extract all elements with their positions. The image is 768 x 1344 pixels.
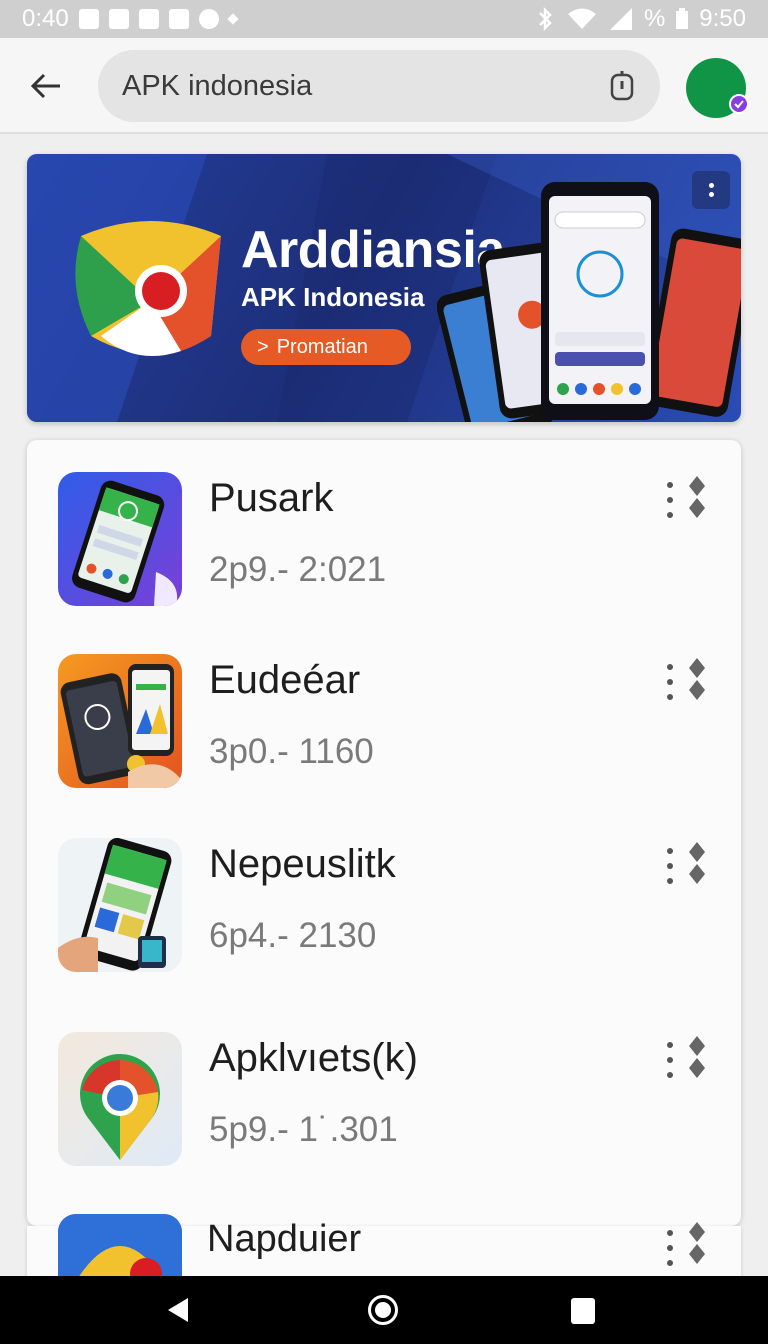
app-list: Pusark 2p9.- 2:021 Eudeéar 3p0.- 1160 Ne… xyxy=(27,440,741,1226)
banner-subtitle: APK Indonesia xyxy=(241,282,425,312)
promotion-button[interactable]: > Promatian xyxy=(241,329,411,365)
search-input[interactable]: APK indonesia xyxy=(98,50,660,122)
list-item[interactable]: Nepeuslitk 6p4.- 2130 xyxy=(27,838,741,988)
app-meta: 2p9.- 2:021 xyxy=(209,550,387,589)
chevron-right-icon: > xyxy=(257,335,269,358)
more-vertical-icon[interactable] xyxy=(663,664,677,700)
screenshot-icon xyxy=(78,9,99,29)
sort-handle-icon[interactable] xyxy=(687,842,707,884)
more-vertical-icon xyxy=(708,183,714,188)
signal-icon xyxy=(609,8,632,30)
promo-banner[interactable]: Arddiansia APK Indonesia > Promatian xyxy=(27,154,741,422)
more-vertical-icon[interactable] xyxy=(663,482,677,518)
phones-illustration xyxy=(437,182,741,422)
status-right: % 9:50 xyxy=(534,5,746,33)
status-left: 0:40 xyxy=(22,5,239,33)
navigation-bar xyxy=(0,1276,768,1344)
app-meta: 5p9.- 1˙.301 xyxy=(209,1110,398,1149)
status-bar: 0:40 % 9:50 xyxy=(0,0,768,38)
status-time-right: 9:50 xyxy=(699,5,746,32)
mic-button[interactable] xyxy=(608,70,636,102)
more-vertical-icon-dot xyxy=(708,192,714,197)
sim-icon xyxy=(138,9,159,29)
chrome-map-icon xyxy=(58,1032,182,1166)
banner-menu-button[interactable] xyxy=(692,171,730,209)
nav-back-icon[interactable] xyxy=(166,1296,190,1324)
mic-icon xyxy=(610,71,634,101)
search-header: APK indonesia xyxy=(0,38,768,134)
battery-percent-symbol: % xyxy=(643,5,666,32)
app-name: Pusark xyxy=(209,476,334,520)
bluetooth-icon xyxy=(539,6,552,32)
list-item[interactable]: Apklvıets(k) 5p9.- 1˙.301 xyxy=(27,1032,741,1182)
wifi-icon xyxy=(567,8,596,29)
app-name: Napduier xyxy=(207,1218,362,1260)
phone-app-icon-orange xyxy=(58,654,182,788)
nav-recents-icon[interactable] xyxy=(571,1298,595,1324)
app-name: Apklvıets(k) xyxy=(209,1036,418,1080)
battery-icon xyxy=(676,8,689,29)
sort-handle-icon[interactable] xyxy=(687,1036,707,1078)
photo-icon xyxy=(168,9,189,29)
promotion-label: Promatian xyxy=(276,335,368,358)
app-name: Nepeuslitk xyxy=(209,842,396,886)
list-item[interactable]: Pusark 2p9.- 2:021 xyxy=(27,472,741,622)
arrow-left-icon xyxy=(30,73,60,99)
phone-app-icon-green xyxy=(58,838,182,972)
circle-icon xyxy=(198,9,219,29)
more-vertical-icon[interactable] xyxy=(663,1042,677,1078)
app-name: Eudeéar xyxy=(209,658,361,702)
app-meta: 3p0.- 1160 xyxy=(209,732,374,771)
app-logo-icon xyxy=(75,221,221,356)
image-icon xyxy=(108,9,129,29)
dot-icon xyxy=(227,13,239,25)
sort-handle-icon[interactable] xyxy=(687,476,707,518)
back-button[interactable] xyxy=(22,66,70,106)
more-vertical-icon[interactable] xyxy=(663,848,677,884)
more-vertical-icon[interactable] xyxy=(663,1230,677,1266)
phone-app-icon-purple xyxy=(58,472,182,606)
sort-handle-icon[interactable] xyxy=(687,658,707,700)
status-time-left: 0:40 xyxy=(22,5,69,32)
search-query-text: APK indonesia xyxy=(122,69,313,102)
app-meta: 6p4.- 2130 xyxy=(209,916,377,955)
sort-handle-icon[interactable] xyxy=(687,1222,707,1264)
nav-home-icon[interactable] xyxy=(368,1295,398,1325)
verified-badge-icon xyxy=(729,94,749,114)
list-item[interactable]: Napduier xyxy=(27,1214,741,1278)
list-item[interactable]: Eudeéar 3p0.- 1160 xyxy=(27,654,741,804)
map-pin-icon xyxy=(58,1214,182,1278)
